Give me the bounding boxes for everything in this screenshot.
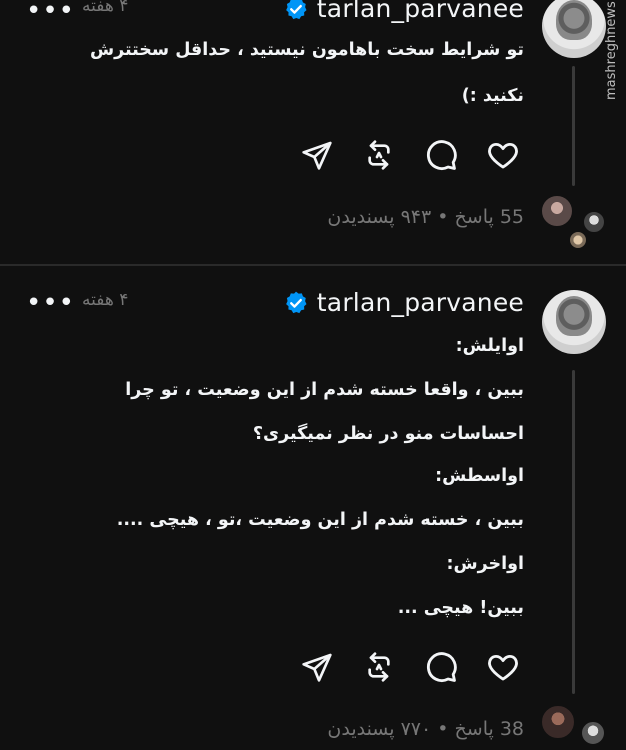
post-time: ۴ هفته — [82, 290, 129, 310]
username-row: tarlan_parvanee — [283, 288, 524, 317]
username[interactable]: tarlan_parvanee — [317, 288, 524, 317]
post-text-line: اوایلش: — [455, 336, 524, 356]
post-text-line: ببین ، خسته شدم از این وضعیت ،تو ، هیچی … — [116, 510, 524, 530]
post-text-line: تو شرایط سخت باهامون نیستید ، حداقل سختت… — [89, 40, 524, 60]
avatar[interactable] — [542, 0, 606, 58]
replier-avatar[interactable] — [582, 210, 606, 234]
comment-icon — [426, 652, 457, 682]
more-options-button[interactable]: ••• — [26, 290, 75, 316]
like-button[interactable] — [484, 136, 522, 174]
replier-avatar[interactable] — [580, 720, 606, 746]
post-text-line: اواخرش: — [446, 554, 524, 574]
reply-button[interactable] — [422, 648, 460, 686]
like-button[interactable] — [484, 648, 522, 686]
send-icon — [302, 141, 332, 170]
username-row: tarlan_parvanee — [283, 0, 524, 23]
post-text-line: ببین! هیچی ... — [397, 598, 524, 618]
thread-line — [572, 370, 575, 694]
heart-icon — [488, 142, 518, 169]
post-stats[interactable]: 55 پاسخ • ۹۴۳ پسندیدن — [327, 206, 524, 228]
repost-button[interactable] — [360, 136, 398, 174]
post-text-line: نکنید :) — [461, 86, 524, 106]
post-stats[interactable]: 38 پاسخ • ۷۷۰ پسندیدن — [327, 718, 524, 740]
repost-icon — [368, 140, 390, 170]
post-time: ۴ هفته — [82, 0, 129, 16]
post-text-line: احساسات منو در نظر نمیگیری؟ — [252, 424, 524, 444]
thread-line — [572, 66, 575, 186]
post-text-line: ببین ، واقعا خسته شدم از این وضعیت ، تو … — [125, 380, 524, 400]
verified-badge-icon — [285, 0, 307, 19]
post-actions — [298, 648, 522, 686]
thread-post: ••• ۴ هفته tarlan_parvanee تو شرایط سخت … — [0, 0, 626, 264]
send-icon — [302, 653, 332, 682]
comment-icon — [426, 140, 457, 170]
replier-avatar[interactable] — [540, 194, 574, 228]
replier-avatar[interactable] — [568, 230, 588, 250]
verified-badge-icon — [285, 291, 307, 313]
username[interactable]: tarlan_parvanee — [317, 0, 524, 23]
repost-button[interactable] — [360, 648, 398, 686]
share-button[interactable] — [298, 136, 336, 174]
repost-icon — [368, 652, 390, 682]
reply-button[interactable] — [422, 136, 460, 174]
share-button[interactable] — [298, 648, 336, 686]
avatar[interactable] — [542, 290, 606, 354]
more-options-button[interactable]: ••• — [26, 0, 75, 24]
heart-icon — [488, 654, 518, 681]
post-text-line: اواسطش: — [435, 466, 524, 486]
replier-avatar[interactable] — [540, 704, 576, 740]
thread-post: ••• ۴ هفته tarlan_parvanee اوایلش: ببین … — [0, 266, 626, 750]
post-actions — [298, 136, 522, 174]
